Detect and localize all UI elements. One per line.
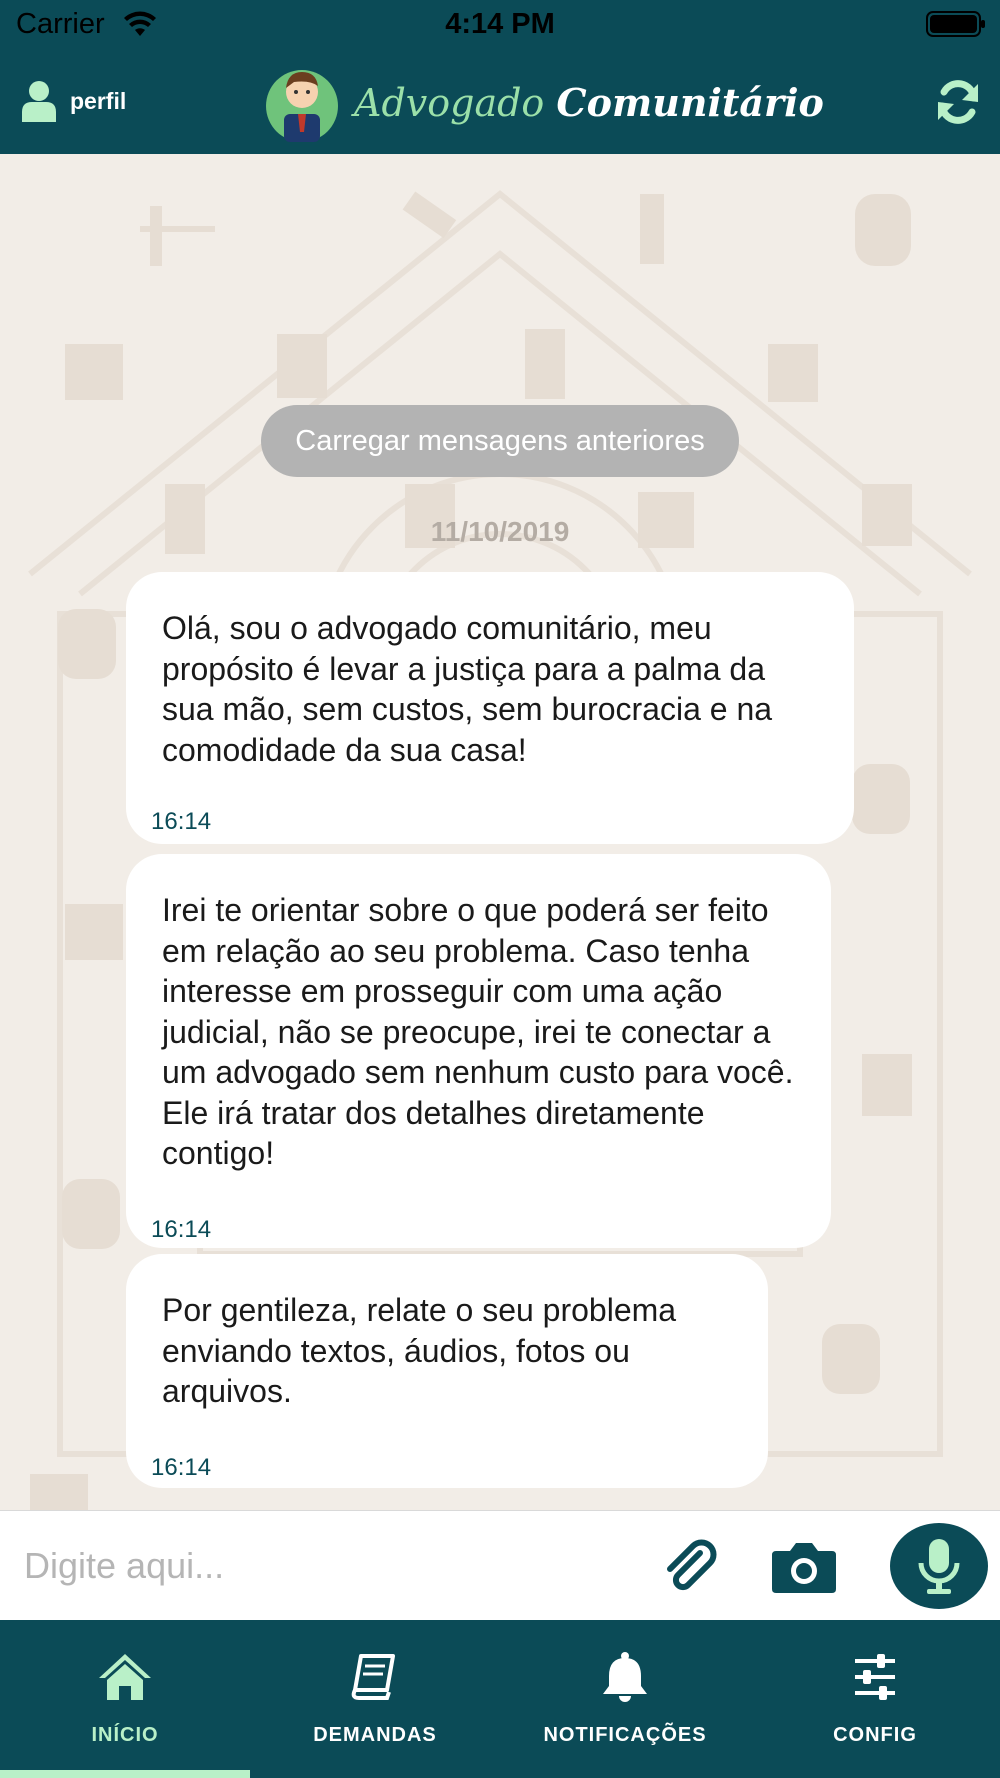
tab-demandas[interactable]: DEMANDAS (250, 1620, 500, 1778)
status-time: 4:14 PM (445, 8, 555, 40)
bottom-tab-bar: INÍCIO DEMANDAS NOTIFICAÇÕES CONFIG (0, 1620, 1000, 1778)
message-time: 16:14 (151, 1454, 212, 1481)
tab-label: CONFIG (833, 1724, 917, 1746)
message-time: 16:14 (151, 808, 212, 835)
brand-first-word: Advogado (354, 81, 545, 125)
brand-title: Advogado Comunitário (354, 80, 824, 125)
message-bubble: Irei te orientar sobre o que poderá ser … (126, 854, 831, 1248)
status-bar: Carrier 4:14 PM (0, 0, 1000, 50)
microphone-button[interactable] (890, 1523, 988, 1609)
active-tab-indicator (0, 1770, 250, 1778)
message-text: Olá, sou o advogado comunitário, meu pro… (162, 610, 773, 768)
app-logo: Advogado Comunitário (264, 58, 824, 144)
user-icon (22, 81, 56, 122)
paperclip-icon[interactable] (660, 1537, 718, 1595)
message-text: Irei te orientar sobre o que poderá ser … (162, 892, 794, 1171)
tab-label: DEMANDAS (313, 1724, 437, 1746)
profile-label: perfil (70, 87, 127, 114)
book-icon (351, 1654, 395, 1700)
message-bubble: Olá, sou o advogado comunitário, meu pro… (126, 572, 854, 844)
tab-label: INÍCIO (91, 1724, 159, 1746)
message-time: 16:14 (151, 1216, 212, 1243)
lawyer-mascot-icon (266, 70, 338, 142)
message-text: Por gentileza, relate o seu problema env… (162, 1292, 677, 1409)
camera-icon[interactable] (770, 1539, 838, 1595)
tab-label: NOTIFICAÇÕES (543, 1724, 707, 1746)
battery-icon (926, 11, 985, 37)
date-separator: 11/10/2019 (430, 516, 570, 547)
load-previous-messages-button[interactable]: Carregar mensagens anteriores (261, 405, 739, 477)
message-bubble: Por gentileza, relate o seu problema env… (126, 1254, 768, 1488)
message-input[interactable] (24, 1533, 624, 1599)
tab-inicio[interactable]: INÍCIO (0, 1620, 250, 1778)
microphone-icon (918, 1539, 960, 1594)
brand-second-word: Comunitário (556, 80, 824, 125)
profile-button[interactable]: perfil (22, 78, 126, 124)
home-icon (99, 1654, 151, 1700)
tab-notificacoes[interactable]: NOTIFICAÇÕES (500, 1620, 750, 1778)
top-bar: Carrier 4:14 PM perfil Advogado Comunitá… (0, 0, 1000, 154)
tab-config[interactable]: CONFIG (750, 1620, 1000, 1778)
sliders-icon (855, 1654, 895, 1700)
bell-icon (603, 1652, 647, 1702)
chat-area[interactable]: Carregar mensagens anteriores 11/10/2019… (0, 154, 1000, 1510)
message-composer (0, 1510, 1000, 1620)
refresh-icon[interactable] (934, 78, 982, 126)
